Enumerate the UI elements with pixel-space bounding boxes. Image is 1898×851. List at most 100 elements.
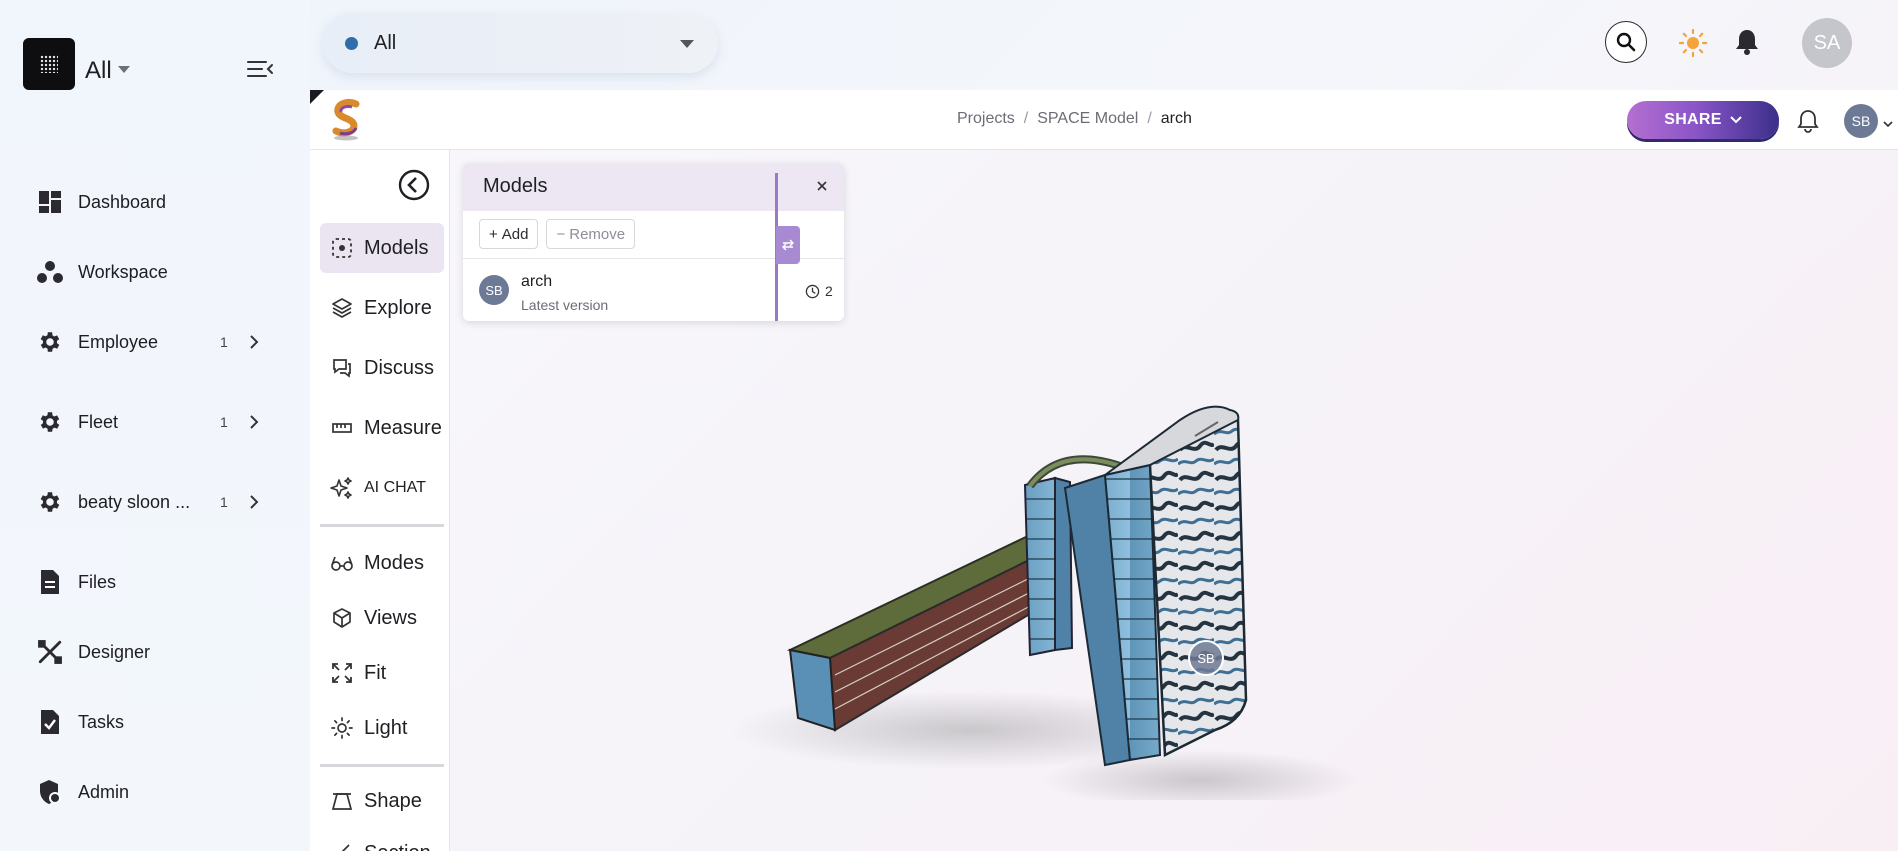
file-icon bbox=[36, 568, 64, 596]
tool-label: AI CHAT bbox=[364, 479, 426, 496]
scope-value: All bbox=[374, 31, 397, 54]
tool-label: Views bbox=[364, 606, 417, 629]
models-panel-actions: + Add − Remove bbox=[479, 219, 636, 249]
glasses-icon bbox=[330, 551, 354, 575]
fit-icon bbox=[330, 661, 354, 685]
sidebar-item-designer[interactable]: Designer bbox=[36, 632, 276, 672]
sidebar-item-files[interactable]: Files bbox=[36, 562, 276, 602]
viewer-frame: Projects / SPACE Model / arch SHARE SB M… bbox=[310, 90, 1898, 851]
notification-bell-icon[interactable] bbox=[1734, 28, 1760, 56]
org-logo[interactable] bbox=[23, 38, 75, 90]
sidebar-item-fleet[interactable]: Fleet 1 bbox=[36, 402, 276, 442]
count-badge: 1 bbox=[220, 414, 228, 430]
brand-logo[interactable] bbox=[326, 98, 370, 142]
sparkle-icon bbox=[330, 476, 354, 500]
chat-icon bbox=[330, 356, 354, 380]
close-icon[interactable] bbox=[814, 178, 830, 194]
models-panel-title: Models bbox=[483, 175, 548, 197]
rail-divider bbox=[320, 524, 444, 527]
chevron-right-icon bbox=[244, 492, 264, 512]
section-icon bbox=[330, 841, 354, 851]
viewer-header: Projects / SPACE Model / arch SHARE SB bbox=[310, 90, 1898, 150]
tool-label: Fit bbox=[364, 661, 387, 684]
gear-icon bbox=[36, 408, 64, 436]
cube-views-icon bbox=[330, 606, 354, 630]
breadcrumb-separator: / bbox=[1147, 110, 1152, 127]
sidebar-item-tasks[interactable]: Tasks bbox=[36, 702, 276, 742]
back-circle-icon[interactable] bbox=[397, 168, 431, 202]
notification-bell-icon[interactable] bbox=[1797, 109, 1819, 133]
tool-modes[interactable]: Modes bbox=[320, 538, 444, 588]
tool-light[interactable]: Light bbox=[320, 703, 444, 753]
swap-icon[interactable] bbox=[776, 226, 800, 264]
tool-label: Measure bbox=[364, 416, 442, 439]
tool-views[interactable]: Views bbox=[320, 593, 444, 643]
theme-toggle-sun-icon[interactable] bbox=[1678, 28, 1708, 58]
tool-label: Discuss bbox=[364, 356, 435, 379]
remove-label: Remove bbox=[569, 225, 626, 243]
breadcrumb-project[interactable]: SPACE Model bbox=[1037, 110, 1138, 128]
tool-fit[interactable]: Fit bbox=[320, 648, 444, 698]
tool-label: Explore bbox=[364, 296, 432, 319]
model-name: arch bbox=[521, 273, 553, 290]
remove-model-button[interactable]: − Remove bbox=[546, 219, 636, 249]
sidebar-item-admin[interactable]: Admin bbox=[36, 772, 276, 812]
sidebar-item-label: Fleet bbox=[78, 411, 119, 432]
sidebar-item-beaty-sloon[interactable]: beaty sloon ... 1 bbox=[36, 482, 276, 522]
models-icon bbox=[330, 236, 354, 260]
caret-down-icon bbox=[117, 65, 130, 73]
tool-label: Models bbox=[364, 236, 429, 259]
tool-models[interactable]: Models bbox=[320, 223, 444, 273]
tool-shape[interactable]: Shape bbox=[320, 776, 444, 826]
sidebar-item-label: Designer bbox=[78, 641, 151, 662]
caret-down-icon bbox=[680, 40, 694, 48]
frame-corner bbox=[310, 90, 324, 104]
sidebar-item-label: Files bbox=[78, 571, 117, 592]
model-3d-viewport[interactable]: SB bbox=[710, 260, 1410, 810]
ruler-icon bbox=[330, 416, 354, 440]
search-button[interactable] bbox=[1605, 21, 1647, 63]
sidebar-item-label: beaty sloon ... bbox=[78, 491, 191, 512]
tool-label: Shape bbox=[364, 789, 422, 812]
breadcrumb-separator: / bbox=[1023, 110, 1029, 127]
share-label: SHARE bbox=[1664, 111, 1722, 128]
chevron-down-icon[interactable] bbox=[1882, 116, 1894, 128]
admin-icon bbox=[36, 778, 64, 806]
shape-icon bbox=[330, 789, 354, 813]
breadcrumb-projects[interactable]: Projects bbox=[957, 110, 1015, 128]
chevron-right-icon bbox=[244, 332, 264, 352]
light-icon bbox=[330, 716, 354, 740]
tool-section[interactable]: Section bbox=[320, 828, 444, 851]
sidebar-item-label: Employee bbox=[78, 331, 159, 352]
avatar: SB bbox=[479, 275, 509, 305]
sidebar-item-dashboard[interactable]: Dashboard bbox=[36, 182, 276, 222]
sidebar-item-workspace[interactable]: Workspace bbox=[36, 252, 276, 292]
tool-discuss[interactable]: Discuss bbox=[320, 343, 444, 393]
count-badge: 1 bbox=[220, 494, 228, 510]
breadcrumb: Projects / SPACE Model / arch bbox=[957, 110, 1192, 128]
user-avatar[interactable]: SA bbox=[1802, 18, 1852, 68]
org-switcher[interactable]: All bbox=[85, 57, 130, 85]
viewer-user-avatar[interactable]: SB bbox=[1844, 104, 1878, 138]
sidebar-item-label: Dashboard bbox=[78, 191, 167, 212]
tasks-icon bbox=[36, 708, 64, 736]
tool-measure[interactable]: Measure bbox=[320, 403, 444, 453]
scope-select[interactable]: All bbox=[323, 13, 718, 73]
grid-icon bbox=[40, 55, 58, 73]
chevron-right-icon bbox=[244, 412, 264, 432]
app-sidebar: All Dashboard Workspace Employee 1 Fleet… bbox=[0, 0, 310, 851]
sidebar-item-employee[interactable]: Employee 1 bbox=[36, 322, 276, 362]
plus-icon: + bbox=[489, 225, 498, 243]
add-label: Add bbox=[501, 225, 529, 243]
tool-rail: Models Explore Discuss Measure AI CHAT M… bbox=[310, 150, 450, 851]
tool-explore[interactable]: Explore bbox=[320, 283, 444, 333]
sidebar-item-label: Tasks bbox=[78, 711, 125, 732]
tool-ai-chat[interactable]: AI CHAT bbox=[320, 463, 444, 513]
collapse-sidebar-icon[interactable] bbox=[246, 58, 276, 80]
layers-icon bbox=[330, 296, 354, 320]
share-button[interactable]: SHARE bbox=[1627, 101, 1779, 139]
user-marker-avatar[interactable]: SB bbox=[1188, 640, 1224, 676]
add-model-button[interactable]: + Add bbox=[479, 219, 539, 249]
models-panel-header: Models bbox=[463, 163, 844, 211]
breadcrumb-current: arch bbox=[1160, 110, 1192, 127]
